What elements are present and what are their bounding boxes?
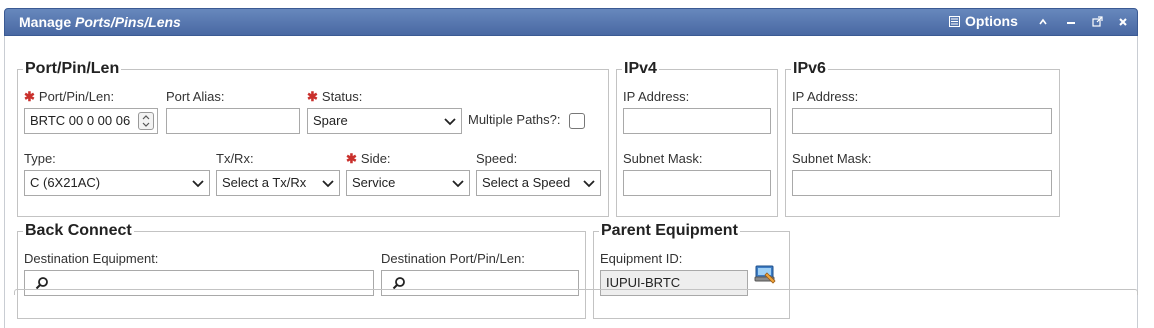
ipv4-legend: IPv4 (622, 60, 659, 78)
port-label-row: ✱ Port/Pin/Len: (24, 89, 114, 105)
status-value: Spare (313, 113, 348, 128)
txrx-value: Select a Tx/Rx (222, 175, 307, 190)
speed-value: Select a Speed (482, 175, 571, 190)
options-label: Options (965, 13, 1018, 29)
minimize-button[interactable] (1063, 13, 1079, 31)
port-legend: Port/Pin/Len (23, 60, 122, 78)
required-marker: ✱ (24, 89, 35, 104)
type-label: Type: (24, 151, 56, 166)
status-select[interactable]: Spare (307, 108, 462, 134)
lower-section-border (14, 289, 1138, 295)
chevron-down-icon (322, 180, 334, 188)
side-label: Side: (360, 151, 391, 166)
equipment-id-label: Equipment ID: (600, 251, 683, 266)
chevron-down-icon (192, 180, 204, 188)
chevron-down-icon (444, 118, 456, 126)
side-value: Service (352, 175, 396, 190)
alias-label: Port Alias: (166, 89, 225, 104)
list-icon (949, 15, 960, 27)
ipv6-ip-input[interactable] (792, 108, 1052, 134)
ipv6-mask-label: Subnet Mask: (792, 151, 872, 166)
multiple-paths-label: Multiple Paths?: (468, 112, 561, 127)
ipv6-mask-input[interactable] (792, 170, 1052, 196)
minimize-icon (1067, 22, 1075, 24)
side-select[interactable]: Service (346, 170, 470, 196)
equipment-lookup-icon[interactable] (753, 264, 777, 284)
txrx-select[interactable]: Select a Tx/Rx (216, 170, 340, 196)
close-button[interactable] (1115, 13, 1131, 31)
ipv4-ip-label: IP Address: (623, 89, 690, 104)
search-icon (35, 277, 48, 290)
popout-icon (1091, 16, 1103, 27)
close-icon (1119, 18, 1127, 26)
ipv4-mask-label: Subnet Mask: (623, 151, 703, 166)
dest-equipment-label: Destination Equipment: (24, 251, 159, 266)
chevron-down-icon (583, 180, 595, 188)
required-marker: ✱ (346, 151, 357, 166)
ipv4-mask-input[interactable] (623, 170, 771, 196)
required-marker: ✱ (307, 89, 318, 104)
options-menu-button[interactable]: Options (949, 13, 1018, 29)
back-connect-legend: Back Connect (23, 222, 134, 240)
window-title: Manage Ports/Pins/Lens (19, 14, 181, 30)
type-select[interactable]: C (6X21AC) (24, 170, 210, 196)
chevron-down-icon (452, 180, 464, 188)
ipv4-ip-input[interactable] (623, 108, 771, 134)
ipv6-legend: IPv6 (791, 60, 828, 78)
status-label: Status: (321, 89, 363, 104)
port-value: BRTC 00 0 00 06 (30, 113, 131, 128)
search-icon (392, 277, 405, 290)
type-value: C (6X21AC) (30, 175, 101, 190)
speed-select[interactable]: Select a Speed (476, 170, 601, 196)
alias-input[interactable] (166, 108, 300, 134)
side-label-row: ✱ Side: (346, 151, 391, 167)
chevron-up-icon (1039, 18, 1047, 25)
window-titlebar: Manage Ports/Pins/Lens Options (4, 8, 1138, 36)
collapse-button[interactable] (1035, 13, 1051, 31)
port-input[interactable]: BRTC 00 0 00 06 (24, 108, 158, 134)
port-label: Port/Pin/Len: (38, 89, 115, 104)
txrx-label: Tx/Rx: (216, 151, 254, 166)
speed-label: Speed: (476, 151, 518, 166)
parent-equipment-legend: Parent Equipment (599, 222, 740, 240)
dest-port-label: Destination Port/Pin/Len: (381, 251, 525, 266)
ipv6-ip-label: IP Address: (792, 89, 859, 104)
spinner-icon[interactable] (138, 112, 154, 130)
status-label-row: ✱ Status: (307, 89, 362, 105)
popout-button[interactable] (1089, 13, 1105, 31)
multiple-paths-checkbox[interactable] (569, 113, 585, 129)
